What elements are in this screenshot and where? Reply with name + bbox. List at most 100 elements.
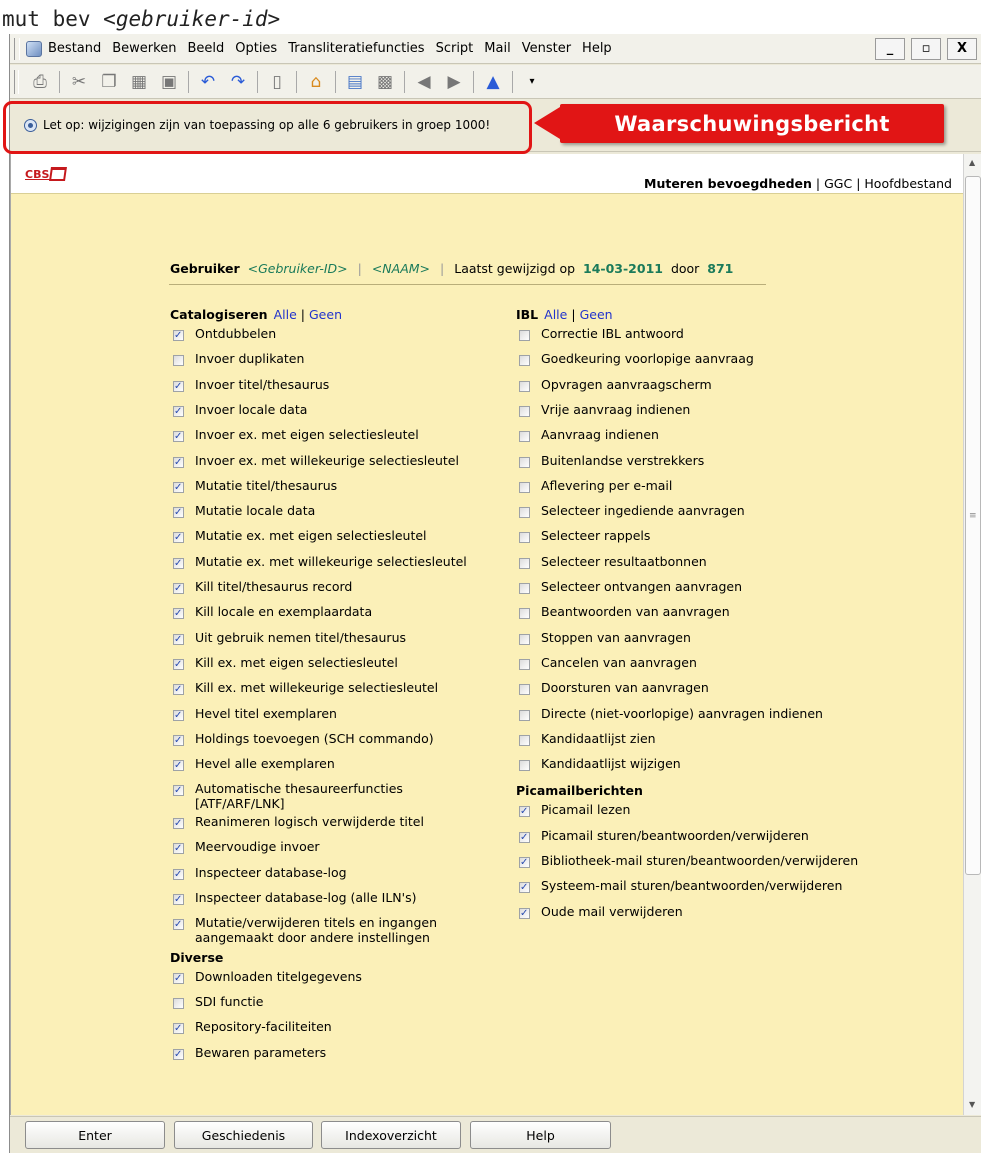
select-all-link[interactable]: Alle bbox=[544, 307, 567, 322]
permission-checkbox[interactable] bbox=[173, 480, 184, 495]
doc-icon[interactable]: ▯ bbox=[266, 71, 288, 93]
permission-item[interactable]: Invoer locale data bbox=[173, 402, 307, 419]
permission-checkbox[interactable] bbox=[173, 404, 184, 419]
permission-checkbox[interactable] bbox=[519, 405, 530, 417]
window2-icon[interactable]: ▩ bbox=[374, 71, 396, 93]
permission-checkbox[interactable] bbox=[519, 532, 530, 544]
permission-checkbox[interactable] bbox=[173, 581, 184, 596]
window-icon[interactable]: ▤ bbox=[344, 71, 366, 93]
permission-checkbox[interactable] bbox=[519, 557, 530, 569]
cut-icon[interactable]: ✂ bbox=[68, 71, 90, 93]
menu-beeld[interactable]: Beeld bbox=[187, 41, 224, 56]
permission-checkbox[interactable] bbox=[519, 583, 530, 594]
permission-checkbox[interactable] bbox=[173, 455, 184, 470]
select-none-link[interactable]: Geen bbox=[309, 307, 342, 322]
scroll-down-arrow-icon[interactable]: ▼ bbox=[969, 1100, 975, 1109]
permission-item[interactable]: Beantwoorden van aanvragen bbox=[519, 604, 730, 620]
menu-transliteratiefuncties[interactable]: Transliteratiefuncties bbox=[288, 41, 424, 56]
permission-checkbox[interactable] bbox=[173, 708, 184, 723]
permission-checkbox[interactable] bbox=[519, 431, 530, 443]
permission-item[interactable]: Correctie IBL antwoord bbox=[519, 326, 684, 341]
permission-checkbox[interactable] bbox=[173, 556, 184, 571]
permission-item[interactable]: Directe (niet-voorlopige) aanvragen indi… bbox=[519, 706, 823, 721]
permission-checkbox[interactable] bbox=[519, 658, 530, 670]
copy-icon[interactable]: ❐ bbox=[98, 71, 120, 93]
permission-checkbox[interactable] bbox=[519, 507, 530, 519]
permission-item[interactable]: Doorsturen van aanvragen bbox=[519, 680, 709, 696]
permission-checkbox[interactable] bbox=[519, 456, 530, 468]
vertical-scrollbar[interactable]: ▲ ≡ ▼ bbox=[963, 154, 981, 1115]
nav-ggc[interactable]: GGC bbox=[824, 176, 852, 191]
permission-item[interactable]: Meervoudige invoer bbox=[173, 839, 320, 856]
close-button[interactable]: X bbox=[947, 38, 977, 60]
permission-item[interactable]: Automatische thesaureerfuncties[ATF/ARF/… bbox=[173, 781, 403, 811]
permission-checkbox[interactable] bbox=[519, 633, 530, 645]
permission-checkbox[interactable] bbox=[519, 481, 530, 493]
permission-checkbox[interactable] bbox=[173, 429, 184, 444]
permission-item[interactable]: Reanimeren logisch verwijderde titel bbox=[173, 814, 424, 831]
permission-checkbox[interactable] bbox=[173, 355, 184, 367]
permission-item[interactable]: Mutatie/verwijderen titels en ingangenaa… bbox=[173, 915, 437, 945]
permission-item[interactable]: Kandidaatlijst wijzigen bbox=[519, 756, 681, 772]
permission-item[interactable]: Bewaren parameters bbox=[173, 1045, 326, 1062]
permission-item[interactable]: Goedkeuring voorlopige aanvraag bbox=[519, 351, 754, 367]
permission-item[interactable]: Invoer titel/thesaurus bbox=[173, 377, 329, 394]
nav-hoofdbestand[interactable]: Hoofdbestand bbox=[864, 176, 952, 191]
permission-checkbox[interactable] bbox=[173, 379, 184, 394]
menu-mail[interactable]: Mail bbox=[484, 41, 510, 56]
permission-item[interactable]: Holdings toevoegen (SCH commando) bbox=[173, 731, 434, 748]
permission-item[interactable]: Repository-faciliteiten bbox=[173, 1019, 332, 1036]
permission-checkbox[interactable] bbox=[519, 830, 530, 845]
permission-item[interactable]: Selecteer ingediende aanvragen bbox=[519, 503, 745, 519]
print-icon[interactable]: ⎙ bbox=[29, 71, 51, 93]
permission-item[interactable]: Selecteer resultaatbonnen bbox=[519, 554, 707, 569]
up-icon[interactable]: ▲ bbox=[482, 71, 504, 93]
permission-item[interactable]: Bibliotheek-mail sturen/beantwoorden/ver… bbox=[519, 853, 858, 870]
permission-item[interactable]: Picamail sturen/beantwoorden/verwijderen bbox=[519, 828, 809, 845]
minimize-button[interactable]: _ bbox=[875, 38, 905, 60]
help-button[interactable]: Help bbox=[470, 1121, 611, 1149]
menu-opties[interactable]: Opties bbox=[235, 41, 277, 56]
select-none-link[interactable]: Geen bbox=[580, 307, 613, 322]
permission-checkbox[interactable] bbox=[519, 709, 530, 721]
permission-item[interactable]: Selecteer ontvangen aanvragen bbox=[519, 579, 742, 594]
permission-item[interactable]: Kill locale en exemplaardata bbox=[173, 604, 372, 621]
permission-item[interactable]: Hevel alle exemplaren bbox=[173, 756, 335, 773]
permission-item[interactable]: Opvragen aanvraagscherm bbox=[519, 377, 712, 392]
permission-checkbox[interactable] bbox=[173, 997, 184, 1009]
permission-item[interactable]: SDI functie bbox=[173, 994, 263, 1009]
permission-checkbox[interactable] bbox=[519, 684, 530, 696]
permission-checkbox[interactable] bbox=[173, 783, 184, 798]
permission-checkbox[interactable] bbox=[173, 892, 184, 907]
permission-item[interactable]: Invoer ex. met willekeurige selectiesleu… bbox=[173, 453, 459, 470]
permission-item[interactable]: Inspecteer database-log bbox=[173, 865, 347, 882]
permission-item[interactable]: Uit gebruik nemen titel/thesaurus bbox=[173, 630, 406, 647]
permission-checkbox[interactable] bbox=[519, 330, 530, 341]
permission-checkbox[interactable] bbox=[519, 355, 530, 367]
permission-checkbox[interactable] bbox=[519, 734, 530, 746]
permission-item[interactable]: Oude mail verwijderen bbox=[519, 904, 683, 921]
permission-item[interactable]: Invoer ex. met eigen selectiesleutel bbox=[173, 427, 419, 444]
permission-item[interactable]: Mutatie locale data bbox=[173, 503, 315, 520]
index-overview-button[interactable]: Indexoverzicht bbox=[321, 1121, 461, 1149]
permission-item[interactable]: Aflevering per e-mail bbox=[519, 478, 672, 493]
permission-checkbox[interactable] bbox=[519, 804, 530, 819]
permission-checkbox[interactable] bbox=[173, 867, 184, 882]
permission-checkbox[interactable] bbox=[519, 880, 530, 895]
permission-item[interactable]: Mutatie titel/thesaurus bbox=[173, 478, 337, 495]
permission-item[interactable]: Systeem-mail sturen/beantwoorden/verwijd… bbox=[519, 878, 842, 895]
permission-checkbox[interactable] bbox=[519, 380, 530, 392]
permission-checkbox[interactable] bbox=[173, 917, 184, 932]
permission-checkbox[interactable] bbox=[173, 816, 184, 831]
permission-checkbox[interactable] bbox=[173, 1047, 184, 1062]
paste-icon[interactable]: ▦ bbox=[128, 71, 150, 93]
permission-item[interactable]: Kill titel/thesaurus record bbox=[173, 579, 352, 596]
menu-help[interactable]: Help bbox=[582, 41, 612, 56]
permission-checkbox[interactable] bbox=[173, 328, 184, 343]
restore-button[interactable]: ▫ bbox=[911, 38, 941, 60]
permission-item[interactable]: Invoer duplikaten bbox=[173, 351, 304, 367]
permission-checkbox[interactable] bbox=[519, 760, 530, 772]
home-icon[interactable]: ⌂ bbox=[305, 71, 327, 93]
permission-item[interactable]: Kill ex. met willekeurige selectiesleute… bbox=[173, 680, 438, 697]
menu-bestand[interactable]: Bestand bbox=[48, 41, 101, 56]
